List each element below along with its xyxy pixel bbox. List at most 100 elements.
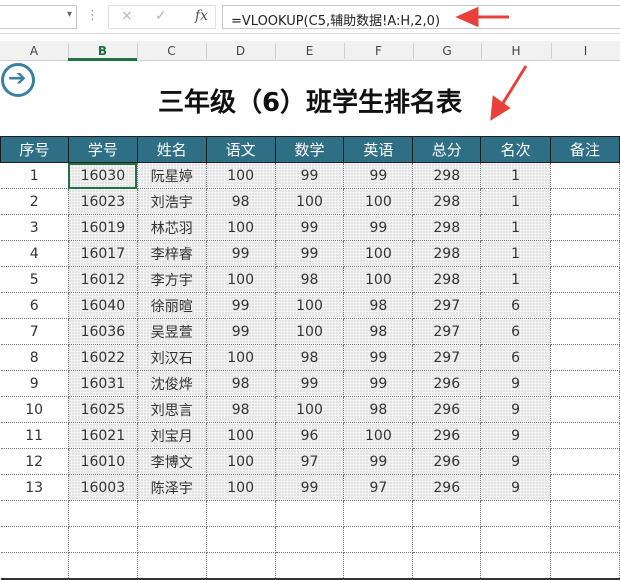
table-cell[interactable]: 12 (0, 448, 69, 475)
table-cell[interactable] (550, 396, 620, 423)
table-cell[interactable]: 99 (343, 162, 414, 189)
table-cell[interactable]: 98 (343, 318, 414, 345)
empty-cell[interactable] (206, 500, 276, 527)
table-cell[interactable]: 99 (206, 292, 276, 319)
table-cell[interactable]: 99 (275, 240, 345, 267)
table-cell[interactable]: 9 (0, 370, 69, 397)
table-cell[interactable] (550, 162, 620, 189)
column-divider[interactable] (137, 43, 138, 59)
table-cell[interactable]: 100 (206, 162, 276, 189)
table-cell[interactable]: 298 (412, 240, 482, 267)
empty-cell[interactable] (137, 500, 207, 527)
empty-cell[interactable] (0, 526, 69, 553)
table-cell[interactable]: 16022 (68, 344, 138, 371)
table-cell[interactable]: 1 (480, 214, 552, 241)
table-cell[interactable]: 李方宇 (137, 266, 207, 293)
table-cell[interactable]: 刘汉石 (137, 344, 207, 371)
table-header-cell[interactable]: 语文 (205, 136, 276, 163)
column-divider[interactable] (413, 43, 414, 59)
table-cell[interactable]: 296 (412, 474, 482, 501)
table-cell[interactable]: 297 (412, 292, 482, 319)
column-divider[interactable] (206, 43, 207, 59)
column-header-d[interactable]: D (206, 44, 275, 58)
table-cell[interactable] (550, 188, 620, 215)
table-cell[interactable] (550, 266, 620, 293)
empty-cell[interactable] (137, 552, 207, 580)
table-cell[interactable]: 16036 (68, 318, 138, 345)
table-cell[interactable]: 林芯羽 (137, 214, 207, 241)
table-cell[interactable]: 98 (275, 266, 345, 293)
table-cell[interactable]: 98 (343, 292, 414, 319)
empty-cell[interactable] (550, 526, 620, 553)
table-cell[interactable] (550, 240, 620, 267)
table-cell[interactable] (550, 370, 620, 397)
table-cell[interactable]: 16003 (68, 474, 138, 501)
column-divider[interactable] (68, 43, 69, 59)
table-cell[interactable]: 100 (275, 188, 345, 215)
table-cell[interactable]: 6 (480, 318, 552, 345)
column-header-a[interactable]: A (0, 44, 68, 58)
empty-cell[interactable] (206, 526, 276, 553)
table-cell[interactable]: 9 (480, 370, 552, 397)
table-cell[interactable]: 296 (412, 422, 482, 449)
table-cell[interactable] (550, 422, 620, 449)
table-cell[interactable]: 16012 (68, 266, 138, 293)
table-cell[interactable]: 6 (0, 292, 69, 319)
empty-cell[interactable] (275, 526, 345, 553)
table-header-cell[interactable]: 姓名 (136, 136, 207, 163)
table-cell[interactable]: 1 (480, 162, 552, 189)
empty-cell[interactable] (0, 552, 69, 580)
empty-cell[interactable] (550, 500, 620, 527)
table-cell[interactable]: 16031 (68, 370, 138, 397)
table-cell[interactable]: 100 (206, 266, 276, 293)
table-cell[interactable]: 99 (206, 240, 276, 267)
empty-cell[interactable] (480, 552, 552, 580)
table-cell[interactable] (550, 474, 620, 501)
table-cell[interactable]: 297 (412, 344, 482, 371)
table-cell[interactable]: 98 (275, 344, 345, 371)
empty-cell[interactable] (0, 500, 69, 527)
table-header-cell[interactable]: 数学 (274, 136, 345, 163)
table-cell[interactable] (550, 214, 620, 241)
table-cell[interactable]: 99 (343, 370, 414, 397)
table-cell[interactable]: 100 (275, 292, 345, 319)
empty-cell[interactable] (550, 552, 620, 580)
table-cell[interactable]: 99 (343, 344, 414, 371)
table-cell[interactable]: 298 (412, 266, 482, 293)
table-cell[interactable]: 4 (0, 240, 69, 267)
table-header-cell[interactable]: 序号 (0, 136, 69, 163)
empty-cell[interactable] (412, 500, 482, 527)
table-cell[interactable]: 99 (343, 448, 414, 475)
table-cell[interactable]: 99 (275, 162, 345, 189)
empty-cell[interactable] (480, 526, 552, 553)
table-cell[interactable]: 98 (206, 188, 276, 215)
table-cell[interactable]: 李梓睿 (137, 240, 207, 267)
table-cell[interactable]: 9 (480, 474, 552, 501)
empty-cell[interactable] (137, 526, 207, 553)
table-cell[interactable]: 沈俊烨 (137, 370, 207, 397)
table-cell[interactable]: 99 (275, 214, 345, 241)
table-cell[interactable]: 16030 (68, 162, 138, 189)
table-cell[interactable]: 100 (206, 448, 276, 475)
table-cell[interactable]: 吴昱萱 (137, 318, 207, 345)
column-header-i[interactable]: I (551, 44, 620, 58)
table-cell[interactable]: 297 (412, 318, 482, 345)
table-cell[interactable]: 阮星婷 (137, 162, 207, 189)
table-cell[interactable]: 100 (206, 214, 276, 241)
table-cell[interactable]: 98 (206, 396, 276, 423)
column-header-e[interactable]: E (275, 44, 344, 58)
table-cell[interactable]: 100 (206, 344, 276, 371)
table-cell[interactable]: 1 (0, 162, 69, 189)
table-cell[interactable] (550, 292, 620, 319)
table-cell[interactable]: 16025 (68, 396, 138, 423)
column-divider[interactable] (275, 43, 276, 59)
table-cell[interactable]: 298 (412, 214, 482, 241)
table-cell[interactable]: 100 (275, 396, 345, 423)
table-cell[interactable]: 3 (0, 214, 69, 241)
table-cell[interactable]: 11 (0, 422, 69, 449)
table-cell[interactable]: 16021 (68, 422, 138, 449)
table-cell[interactable]: 刘宝月 (137, 422, 207, 449)
table-cell[interactable]: 100 (343, 266, 414, 293)
table-cell[interactable]: 100 (206, 422, 276, 449)
column-divider[interactable] (481, 43, 482, 59)
